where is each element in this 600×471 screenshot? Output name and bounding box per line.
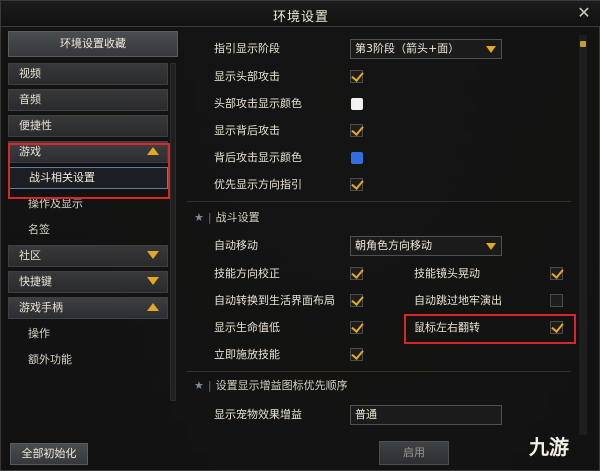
setting-label: 显示背后攻击 [214,124,280,137]
chevron-down-icon [147,251,159,259]
setting-label: 技能镜头晃动 [414,267,480,280]
auto-move-dropdown[interactable]: 朝角色方向移动 [350,236,502,256]
setting-label: 背后攻击显示颜色 [214,151,302,164]
star-icon[interactable]: ★ [194,211,204,224]
chevron-down-icon [147,277,159,285]
setting-row: 指引显示阶段 第3阶段（箭头+面） [186,39,586,59]
checkbox[interactable] [350,178,363,191]
setting-label: 自动跳过地牢演出 [414,294,502,307]
close-icon[interactable]: ✕ [575,4,593,22]
sidebar-sub-gamepad-controls[interactable]: 操作 [8,323,168,345]
checkbox[interactable] [350,267,363,280]
setting-label: 自动移动 [214,239,258,252]
sidebar-item-audio[interactable]: 音频 [8,89,168,111]
settings-window: 环境设置 ✕ 环境设置收藏 视频 音频 便捷性 游戏 战斗相关设置 操作及显示 … [0,0,600,471]
checkbox[interactable] [550,294,563,307]
color-swatch[interactable] [351,98,363,110]
section-header-combat: ★ | 战斗设置 [194,211,260,224]
window-title: 环境设置 [272,10,329,25]
setting-row: 立即施放技能 [186,345,586,365]
setting-label: 显示宠物效果增益 [214,408,302,421]
sidebar-item-convenience[interactable]: 便捷性 [8,115,168,137]
sidebar: 环境设置收藏 视频 音频 便捷性 游戏 战斗相关设置 操作及显示 名签 社区 快… [8,31,178,465]
setting-row: 显示背后攻击 [186,121,586,141]
scroll-thumb[interactable] [580,41,586,47]
setting-row: 背后攻击显示颜色 [186,148,586,168]
setting-row: 显示头部攻击 [186,67,586,87]
sidebar-sub-extra-features[interactable]: 额外功能 [8,349,168,371]
setting-label: 显示头部攻击 [214,70,280,83]
content-scrollbar[interactable] [579,35,587,435]
divider [186,371,571,372]
reset-all-button[interactable]: 全部初始化 [10,443,88,465]
setting-row: 技能方向校正 技能镜头晃动 [186,264,586,284]
setting-label: 指引显示阶段 [214,42,280,55]
sidebar-item-video[interactable]: 视频 [8,63,168,85]
title-bar: 环境设置 ✕ [1,1,600,27]
sidebar-item-gamepad[interactable]: 游戏手柄 [8,297,168,319]
setting-label: 立即施放技能 [214,348,280,361]
section-header-buff-priority: ★ | 设置显示增益图标优先顺序 [194,379,348,392]
checkbox[interactable] [350,124,363,137]
setting-label: 显示生命值低 [214,321,280,334]
category-menu: 视频 音频 便捷性 游戏 战斗相关设置 操作及显示 名签 社区 快捷键 游戏手柄 [8,63,168,375]
setting-row: 显示宠物效果增益 普通 [186,405,586,425]
apply-button[interactable]: 启用 [379,441,449,465]
setting-label: 头部攻击显示颜色 [214,97,302,110]
setting-row: 优先显示方向指引 [186,175,586,195]
pet-buff-dropdown[interactable]: 普通 [350,405,502,425]
color-swatch[interactable] [351,152,363,164]
sidebar-item-hotkeys[interactable]: 快捷键 [8,271,168,293]
setting-label: 自动转换到生活界面布局 [214,294,335,307]
setting-row: 自动移动 朝角色方向移动 [186,236,586,256]
chevron-down-icon [486,46,496,53]
checkbox[interactable] [350,321,363,334]
favorites-button[interactable]: 环境设置收藏 [8,31,178,57]
checkbox[interactable] [350,70,363,83]
checkbox[interactable] [550,267,563,280]
checkbox[interactable] [350,294,363,307]
setting-row: 自动转换到生活界面布局 自动跳过地牢演出 [186,291,586,311]
divider [186,201,571,202]
star-icon[interactable]: ★ [194,379,204,392]
sidebar-sub-nametags[interactable]: 名签 [8,219,168,241]
logo: 九游 [529,435,569,459]
setting-label: 技能方向校正 [214,267,280,280]
chevron-up-icon [147,303,159,311]
sidebar-item-community[interactable]: 社区 [8,245,168,267]
settings-content: 指引显示阶段 第3阶段（箭头+面） 显示头部攻击 头部攻击显示颜色 显示背后攻击… [186,33,586,433]
checkbox[interactable] [350,348,363,361]
highlight-box [8,143,170,199]
setting-row: 头部攻击显示颜色 [186,94,586,114]
chevron-down-icon [486,243,496,250]
guide-stage-dropdown[interactable]: 第3阶段（箭头+面） [350,39,502,59]
sidebar-scrollbar[interactable] [170,63,176,401]
setting-label: 优先显示方向指引 [214,178,302,191]
highlight-box [404,314,576,344]
